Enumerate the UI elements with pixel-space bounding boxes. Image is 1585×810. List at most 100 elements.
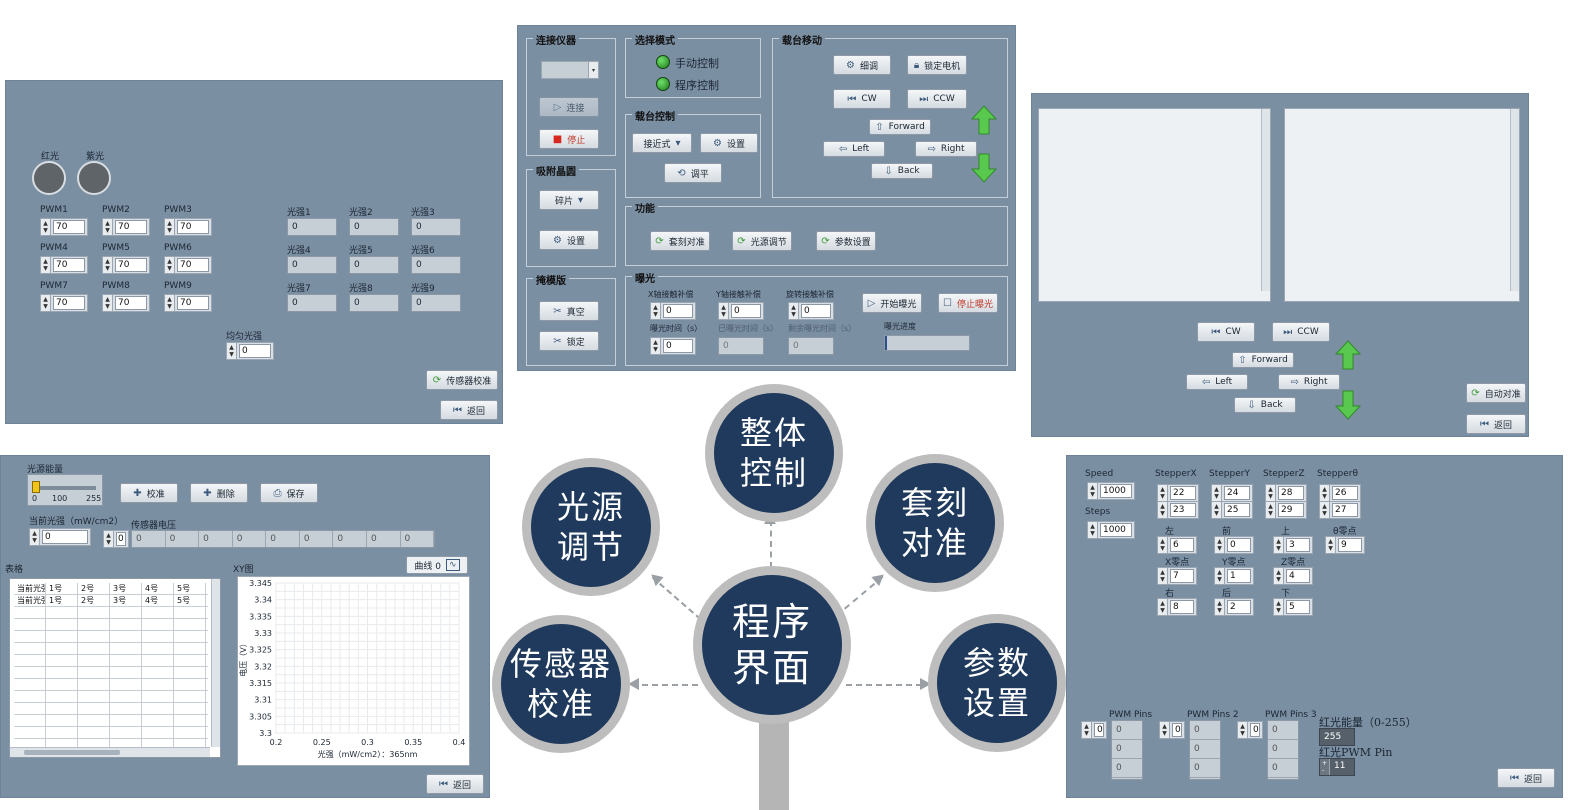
spin-icon[interactable]: ▲ ▼: [41, 295, 51, 311]
home-point-field[interactable]: ▲ ▼ 2: [1214, 598, 1254, 616]
spin-icon[interactable]: ▲ ▼: [1212, 485, 1222, 501]
spin-icon[interactable]: ▲ ▼: [651, 303, 661, 319]
spin-icon[interactable]: ▲ ▼: [227, 343, 237, 359]
steps-field[interactable]: ▲ ▼ 1000: [1087, 521, 1135, 539]
scrollbar[interactable]: [1510, 109, 1519, 291]
x-comp-field[interactable]: ▲ ▼ 0: [650, 302, 696, 320]
manual-mode-label[interactable]: 手动控制: [675, 55, 719, 71]
stepper-field-a[interactable]: ▲ ▼ 26: [1319, 484, 1361, 502]
spin-icon[interactable]: ▲ ▼: [1274, 537, 1284, 553]
spin-icon[interactable]: ▲ ▼: [165, 295, 175, 311]
mask-lock-button[interactable]: ✂ 锁定: [539, 331, 599, 351]
align-left-button[interactable]: ⇦ Left: [1186, 374, 1248, 390]
spin-icon[interactable]: ▲ ▼: [1215, 568, 1225, 584]
spin-icon[interactable]: ▲ ▼: [41, 257, 51, 273]
stepper-field-a[interactable]: ▲ ▼ 24: [1211, 484, 1253, 502]
spin-icon[interactable]: ▲ ▼: [1082, 722, 1092, 738]
light-function-button[interactable]: ⟳ 光源调节: [732, 231, 792, 251]
spin-icon[interactable]: ▲ ▼: [1326, 537, 1336, 553]
calibrate-button[interactable]: ✚ 校准: [120, 483, 178, 503]
left-button[interactable]: ⇦ Left: [823, 141, 885, 157]
pwm-field[interactable]: ▲ ▼ 70: [40, 218, 88, 236]
cw-button[interactable]: ⏮ CW: [833, 89, 891, 109]
align-right-button[interactable]: ⇨ Right: [1278, 374, 1340, 390]
spin-icon[interactable]: ▲ ▼: [789, 303, 799, 319]
spin-icon[interactable]: ▲ ▼: [41, 219, 51, 235]
pwm-field[interactable]: ▲ ▼ 70: [40, 294, 88, 312]
spin-icon[interactable]: ▲ ▼: [651, 338, 661, 354]
spoke-parameter-settings[interactable]: 参数设置: [928, 614, 1066, 752]
chuck-mode-select[interactable]: 碎片 ▾: [539, 190, 599, 210]
align-ccw-button[interactable]: ⏭ CCW: [1272, 322, 1330, 342]
dropdown-icon[interactable]: ▾: [588, 62, 598, 78]
manual-mode-led[interactable]: [656, 55, 670, 69]
spoke-overall-control[interactable]: 整体控制: [705, 384, 843, 522]
stepper-field-a[interactable]: ▲ ▼ 22: [1157, 484, 1199, 502]
spin-icon[interactable]: ▲ ▼: [30, 529, 40, 545]
param-function-button[interactable]: ⟳ 参数设置: [816, 231, 876, 251]
left-camera-view[interactable]: [1038, 108, 1271, 302]
scrollbar[interactable]: [1261, 109, 1270, 291]
home-point-field[interactable]: ▲ ▼ 3: [1273, 536, 1313, 554]
pwm-field[interactable]: ▲ ▼ 70: [40, 256, 88, 274]
home-point-field[interactable]: ▲ ▼ 6: [1157, 536, 1197, 554]
spin-icon[interactable]: ▲ ▼: [1212, 502, 1222, 518]
spoke-sensor-calibration[interactable]: 传感器校准: [492, 615, 630, 753]
pwm-pins-index[interactable]: ▲ ▼ 0: [1081, 721, 1107, 739]
pwm-pins-index[interactable]: ▲ ▼ 0: [1237, 721, 1263, 739]
spin-icon[interactable]: ▲ ▼: [103, 257, 113, 273]
ccw-button[interactable]: ⏭ CCW: [907, 89, 967, 109]
spin-icon[interactable]: ▲ ▼: [165, 257, 175, 273]
spin-icon[interactable]: ▲ ▼: [1274, 599, 1284, 615]
spin-icon[interactable]: ▲ ▼: [1215, 599, 1225, 615]
align-cw-button[interactable]: ⏮ CW: [1197, 322, 1255, 342]
up-green-arrow-icon[interactable]: [1335, 340, 1361, 370]
forward-button[interactable]: ⇧ Forward: [869, 119, 931, 135]
instrument-select[interactable]: ▾: [541, 61, 599, 79]
stepper-field-b[interactable]: ▲ ▼ 27: [1319, 501, 1361, 519]
home-point-field[interactable]: ▲ ▼ 8: [1157, 598, 1197, 616]
exp-time-field[interactable]: ▲ ▼ 0: [650, 337, 696, 355]
spin-icon[interactable]: ▲ ▼: [1088, 483, 1098, 499]
align-return-button[interactable]: ⏮ 返回: [1466, 414, 1526, 434]
energy-slider[interactable]: 0 100 255: [27, 474, 103, 506]
vertical-scrollbar[interactable]: [211, 579, 220, 747]
spin-icon[interactable]: ▲ ▼: [1320, 485, 1330, 501]
xy-graph[interactable]: 0.2 0.25 0.3 0.35 0.4 3.345 3.34 3.335 3.33 3.325…: [238, 577, 469, 765]
alignment-function-button[interactable]: ⟳ 套刻对准: [650, 231, 710, 251]
spoke-light-source[interactable]: 光源调节: [522, 458, 660, 596]
scroll-thumb[interactable]: [24, 750, 120, 755]
stop-button[interactable]: ■ 停止: [539, 129, 599, 149]
program-mode-label[interactable]: 程序控制: [675, 77, 719, 93]
curve-legend[interactable]: 曲线 0 ∿: [406, 556, 468, 574]
horizontal-scrollbar[interactable]: [10, 747, 210, 757]
y-comp-field[interactable]: ▲ ▼ 0: [718, 302, 764, 320]
stop-exposure-button[interactable]: ☐ 停止曝光: [938, 293, 998, 313]
pwm-field[interactable]: ▲ ▼ 70: [102, 218, 150, 236]
home-point-field[interactable]: ▲ ▼ 1: [1214, 567, 1254, 585]
home-point-field[interactable]: ▲ ▼ 5: [1273, 598, 1313, 616]
stepper-field-b[interactable]: ▲ ▼ 25: [1211, 501, 1253, 519]
back-button[interactable]: ⇩ Back: [871, 163, 933, 179]
spoke-alignment[interactable]: 套刻对准: [866, 454, 1004, 592]
spin-icon[interactable]: ▲ ▼: [1158, 537, 1168, 553]
stepper-field-b[interactable]: ▲ ▼ 29: [1265, 501, 1307, 519]
right-button[interactable]: ⇨ Right: [915, 141, 977, 157]
spin-icon[interactable]: ▲ ▼: [1158, 599, 1168, 615]
spin-icon[interactable]: ▲ ▼: [1215, 537, 1225, 553]
stepper-field-a[interactable]: ▲ ▼ 28: [1265, 484, 1307, 502]
slider-thumb-icon[interactable]: [32, 481, 40, 493]
save-button[interactable]: ⎙ 保存: [260, 483, 318, 503]
level-button[interactable]: ⟲ 调平: [664, 163, 722, 183]
align-forward-button[interactable]: ⇧ Forward: [1232, 352, 1294, 368]
spin-icon[interactable]: ▲ ▼: [1238, 722, 1248, 738]
data-table[interactable]: 当前光强 1号 2号 3号 4号 5号 当前光强 1号 2号 3号 4号 5号: [9, 578, 221, 758]
spin-icon[interactable]: ▲ ▼: [1266, 502, 1276, 518]
sensor-back-button[interactable]: ⏮ 返回: [440, 400, 498, 420]
spin-icon[interactable]: ▲ ▼: [719, 303, 729, 319]
chuck-settings-button[interactable]: ⚙ 设置: [539, 230, 599, 250]
sensor-index-field[interactable]: ▲ ▼ 0: [103, 530, 129, 548]
spin-icon[interactable]: + -: [1320, 759, 1330, 775]
stepper-field-b[interactable]: ▲ ▼ 23: [1157, 501, 1199, 519]
delete-button[interactable]: ✚ 删除: [190, 483, 248, 503]
